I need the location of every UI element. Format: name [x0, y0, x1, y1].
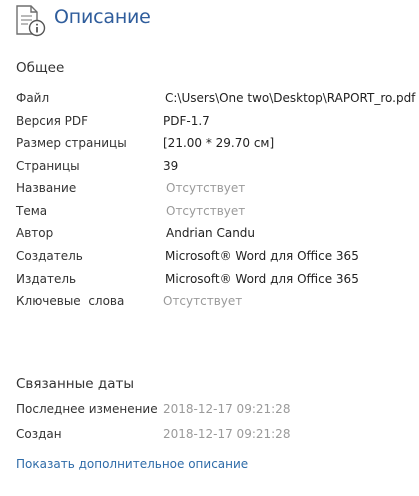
property-value: Отсутствует	[166, 181, 246, 195]
property-label: Тема	[16, 204, 48, 218]
date-label: Последнее изменение	[16, 402, 158, 416]
document-properties-panel: Описание Общее Файл C:\Users\One two\Des…	[0, 0, 419, 496]
property-label: Автор	[16, 226, 54, 240]
property-label: Размер страницы	[16, 136, 127, 150]
property-value: Andrian Candu	[166, 226, 256, 240]
property-label: Ключевые слова	[16, 294, 125, 308]
date-value: 2018-12-17 09:21:28	[163, 427, 291, 441]
property-row-page-size: Размер страницы [21.00 * 29.70 см]	[0, 136, 419, 156]
property-row-pdf-version: Версия PDF PDF-1.7	[0, 114, 419, 134]
panel-header: Описание	[0, 0, 419, 46]
document-info-icon	[16, 5, 46, 37]
property-label: Издатель	[16, 272, 77, 286]
property-row-producer: Издатель Microsoft® Word для Office 365	[0, 272, 419, 292]
property-value: C:\Users\One two\Desktop\RAPORT_ro.pdf	[165, 91, 416, 105]
property-row-subject: Тема Отсутствует	[0, 204, 419, 224]
property-row-pages: Страницы 39	[0, 159, 419, 179]
section-title-related-dates: Связанные даты	[16, 376, 134, 392]
page-title: Описание	[54, 6, 151, 28]
property-value: [21.00 * 29.70 см]	[163, 136, 275, 150]
show-more-description-link[interactable]: Показать дополнительное описание	[16, 457, 248, 471]
property-value: Отсутствует	[166, 204, 246, 218]
property-row-author: Автор Andrian Candu	[0, 226, 419, 246]
property-value: PDF-1.7	[163, 114, 210, 128]
date-value: 2018-12-17 09:21:28	[163, 402, 291, 416]
property-row-file: Файл C:\Users\One two\Desktop\RAPORT_ro.…	[0, 91, 419, 111]
property-value: Microsoft® Word для Office 365	[165, 272, 359, 286]
property-row-creator: Создатель Microsoft® Word для Office 365	[0, 249, 419, 269]
property-value: Microsoft® Word для Office 365	[165, 249, 359, 263]
date-row-modified: Последнее изменение 2018-12-17 09:21:28	[0, 402, 419, 422]
property-row-keywords: Ключевые слова Отсутствует	[0, 294, 419, 314]
date-row-created: Создан 2018-12-17 09:21:28	[0, 427, 419, 447]
property-value: 39	[163, 159, 179, 173]
section-title-general: Общее	[16, 60, 65, 76]
property-row-title: Название Отсутствует	[0, 181, 419, 201]
property-label: Создатель	[16, 249, 83, 263]
property-label: Страницы	[16, 159, 80, 173]
date-label: Создан	[16, 427, 62, 441]
property-label: Название	[16, 181, 77, 195]
property-label: Файл	[16, 91, 50, 105]
property-value: Отсутствует	[163, 294, 243, 308]
property-label: Версия PDF	[16, 114, 89, 128]
